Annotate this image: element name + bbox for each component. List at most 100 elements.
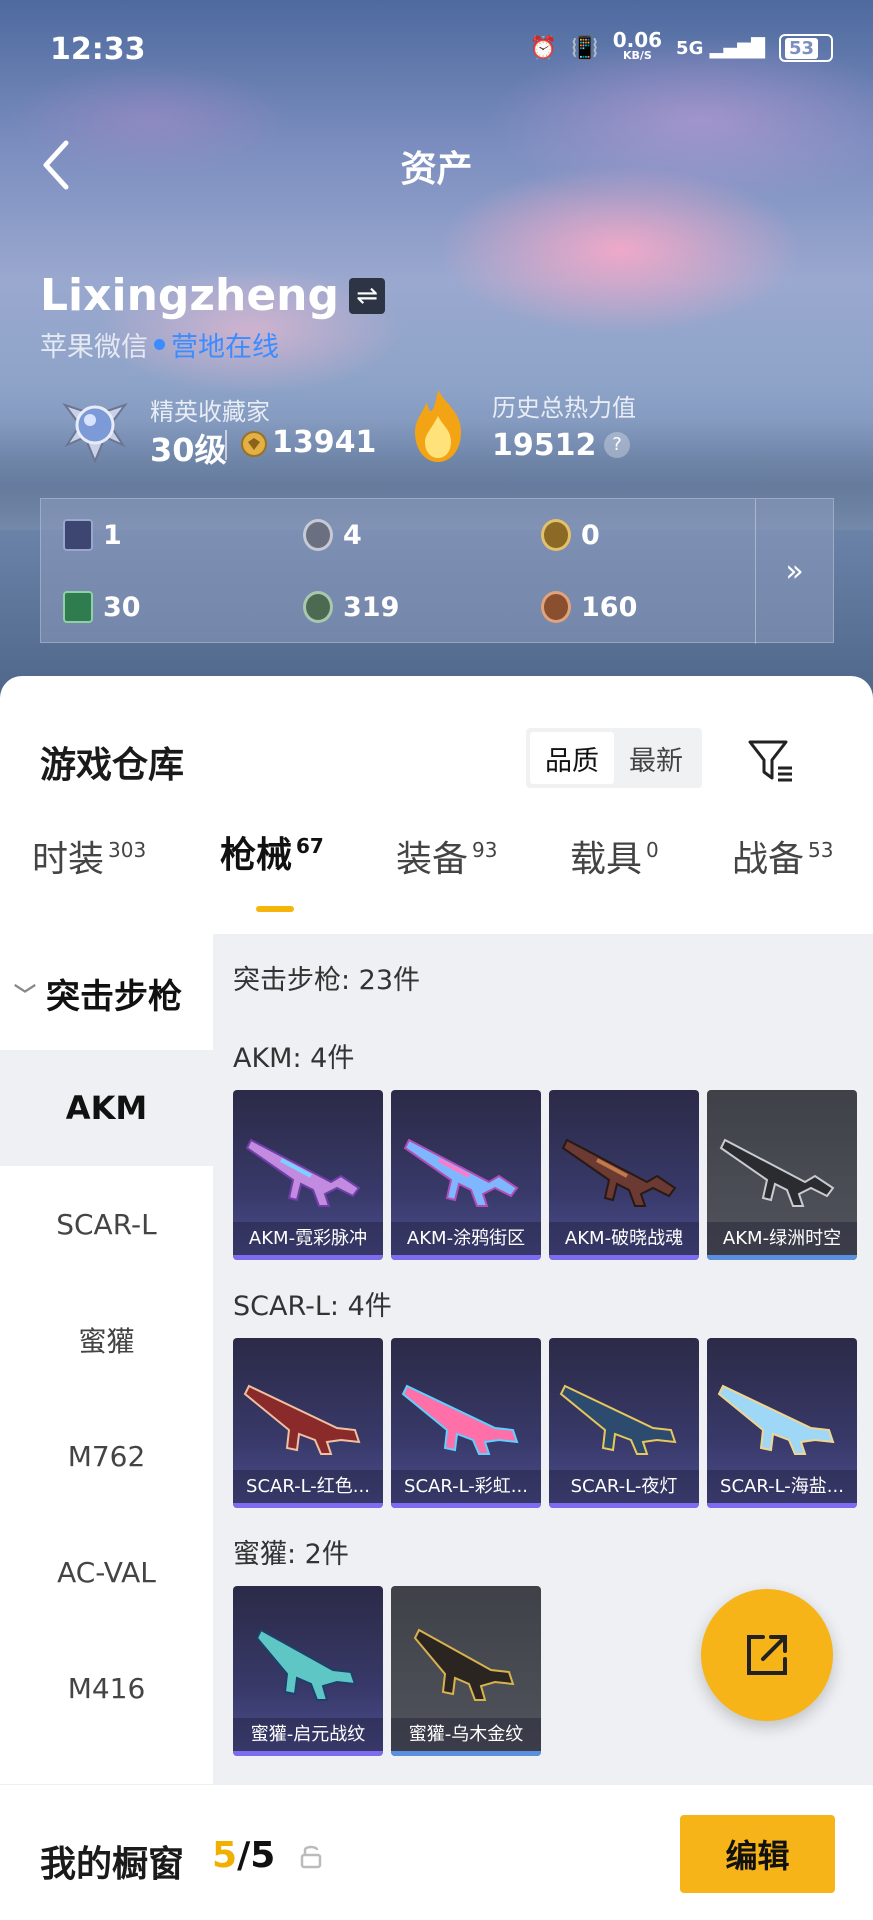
tab-fashion[interactable]: 时装 303 <box>32 830 146 882</box>
rarity-bar <box>391 1503 541 1508</box>
weapon-card[interactable]: 蜜獾-乌木金纹 <box>391 1586 541 1756</box>
tab-equipment[interactable]: 装备 93 <box>396 830 497 882</box>
green-orb-icon <box>303 591 333 623</box>
rank-label: 精英收藏家 <box>150 398 270 426</box>
weapon-name: AKM-涂鸦街区 <box>391 1222 541 1256</box>
nav-item-scar-l[interactable]: SCAR-L <box>0 1166 213 1282</box>
rifle-icon <box>245 1138 361 1207</box>
silver-medal-icon <box>303 519 333 551</box>
tab-supplies[interactable]: 战备 53 <box>732 830 833 882</box>
nav-item-akm[interactable]: AKM <box>0 1050 213 1166</box>
nav-item-ac-val[interactable]: AC-VAL <box>0 1514 213 1630</box>
weapon-card[interactable]: AKM-涂鸦街区 <box>391 1090 541 1260</box>
category-label: 突击步枪 <box>46 977 183 1017</box>
weapon-name: AKM-绿洲时空 <box>707 1222 857 1256</box>
rank-badge-icon[interactable] <box>55 385 135 465</box>
bronze-orb-icon <box>541 591 571 623</box>
rarity-bar <box>707 1255 857 1260</box>
edit-button[interactable]: 编辑 <box>680 1815 835 1893</box>
username-row: Lixingzheng ⇌ <box>40 270 385 321</box>
card-icon <box>63 519 93 551</box>
tab-vehicles[interactable]: 载具 0 <box>570 830 659 882</box>
item-count: 30 <box>103 591 141 623</box>
item-silver-medal: 4 <box>303 519 362 551</box>
item-gold-medal: 0 <box>541 519 600 551</box>
section-title-scar-l: SCAR-L: 4件 <box>233 1291 392 1322</box>
section-title-akm: AKM: 4件 <box>233 1043 355 1074</box>
rifle-icon <box>413 1628 515 1701</box>
online-status: 营地在线 <box>171 332 279 363</box>
rifle-icon <box>255 1628 357 1701</box>
rarity-bar <box>233 1751 383 1756</box>
nav-item-m762[interactable]: M762 <box>0 1398 213 1514</box>
item-bronze-orb: 160 <box>541 591 637 623</box>
online-dot-icon <box>154 339 165 350</box>
item-card: 1 <box>63 519 122 551</box>
rarity-bar <box>391 1751 541 1756</box>
weapon-name: AKM-破晓战魂 <box>549 1222 699 1256</box>
weapon-type-nav: ﹀ 突击步枪 AKM SCAR-L 蜜獾 M762 AC-VAL M416 <box>0 934 213 1784</box>
weapon-name: AKM-霓彩脉冲 <box>233 1222 383 1256</box>
weapon-card[interactable]: SCAR-L-夜灯 <box>549 1338 699 1508</box>
category-count: 突击步枪: 23件 <box>233 965 421 996</box>
vibrate-icon: 📳 <box>571 35 599 61</box>
heat-label: 历史总热力值 <box>492 394 636 422</box>
profile-header: 12:33 ⏰ 📳 0.06 KB/S 5G ▂▄▆█ 53 资产 Lixingz… <box>0 0 873 700</box>
signal-icon: 5G ▂▄▆█ <box>676 37 765 59</box>
gold-medal-icon <box>541 519 571 551</box>
platform-label: 苹果微信 <box>40 332 148 363</box>
alarm-icon: ⏰ <box>529 35 558 61</box>
username: Lixingzheng <box>40 270 339 321</box>
weapon-name: 蜜獾-乌木金纹 <box>391 1718 541 1752</box>
weapon-card[interactable]: SCAR-L-红色... <box>233 1338 383 1508</box>
weapon-card[interactable]: AKM-绿洲时空 <box>707 1090 857 1260</box>
filter-icon[interactable] <box>746 736 796 786</box>
flame-icon <box>415 390 461 462</box>
category-header[interactable]: ﹀ 突击步枪 <box>14 969 182 1018</box>
sort-latest-button[interactable]: 最新 <box>614 732 698 784</box>
rifle-icon <box>401 1384 519 1455</box>
weapon-name: SCAR-L-红色... <box>233 1470 383 1504</box>
coin-value: 13941 <box>272 425 377 460</box>
rarity-bar <box>549 1503 699 1508</box>
rifle-icon <box>719 1138 835 1207</box>
weapon-card[interactable]: SCAR-L-海盐... <box>707 1338 857 1508</box>
nav-item-honey-badger[interactable]: 蜜獾 <box>0 1282 213 1398</box>
rifle-icon <box>561 1138 677 1207</box>
net-speed: 0.06 KB/S <box>612 28 663 62</box>
weapon-card[interactable]: AKM-霓彩脉冲 <box>233 1090 383 1260</box>
rarity-bar <box>549 1255 699 1260</box>
section-title-honey-badger: 蜜獾: 2件 <box>233 1539 349 1570</box>
warehouse-title: 游戏仓库 <box>40 745 185 786</box>
divider <box>225 430 227 460</box>
rarity-bar <box>391 1255 541 1260</box>
status-bar: 12:33 ⏰ 📳 0.06 KB/S 5G ▂▄▆█ 53 <box>0 0 873 100</box>
tab-guns[interactable]: 枪械 67 <box>220 826 324 878</box>
switch-account-icon[interactable]: ⇌ <box>349 277 385 314</box>
help-icon[interactable]: ? <box>604 432 630 458</box>
share-button[interactable] <box>701 1589 833 1721</box>
chevron-down-icon: ﹀ <box>14 983 37 1009</box>
page-title: 资产 <box>400 149 473 190</box>
weapon-card[interactable]: AKM-破晓战魂 <box>549 1090 699 1260</box>
item-count: 4 <box>343 519 362 551</box>
green-card-icon <box>63 591 93 623</box>
weapon-name: SCAR-L-彩虹... <box>391 1470 541 1504</box>
items-panel[interactable]: 1 4 0 30 319 160 » <box>40 498 834 644</box>
nav-item-m416[interactable]: M416 <box>0 1630 213 1746</box>
rarity-bar <box>233 1255 383 1260</box>
sort-quality-button[interactable]: 品质 <box>530 732 614 784</box>
status-time: 12:33 <box>50 32 146 67</box>
active-tab-indicator <box>256 906 294 912</box>
lock-icon <box>300 1845 322 1869</box>
battery-icon: 53 <box>779 34 833 62</box>
rarity-bar <box>233 1503 383 1508</box>
rifle-icon <box>403 1138 519 1207</box>
category-tabs: 时装 303 枪械 67 装备 93 载具 0 战备 53 <box>0 816 873 896</box>
showcase-label: 我的橱窗 <box>40 1844 185 1885</box>
weapon-card[interactable]: SCAR-L-彩虹... <box>391 1338 541 1508</box>
rifle-icon <box>243 1384 361 1455</box>
coin-icon <box>241 431 267 457</box>
more-items-button[interactable]: » <box>755 499 833 644</box>
weapon-card[interactable]: 蜜獾-启元战纹 <box>233 1586 383 1756</box>
